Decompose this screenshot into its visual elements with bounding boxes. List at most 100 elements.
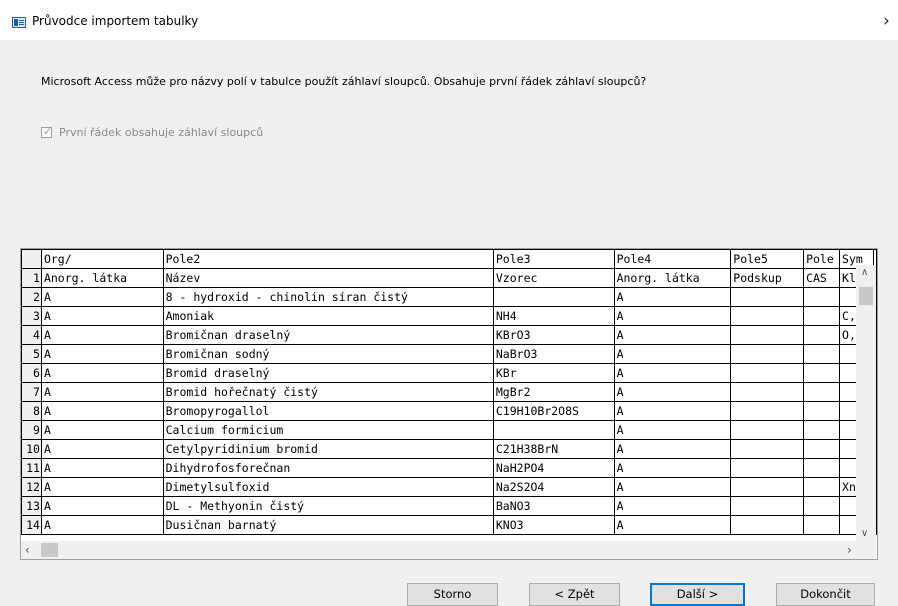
horizontal-scroll-thumb[interactable] — [41, 543, 58, 557]
row-number: 8 — [21, 401, 42, 421]
table-cell — [803, 458, 841, 478]
row-number: 5 — [21, 344, 42, 364]
column-header[interactable]: Pole2 — [162, 249, 494, 269]
scroll-down-icon[interactable]: ∨ — [861, 528, 868, 539]
table-row: 2A8 - hydroxid - chinolin síran čistý A — [21, 287, 877, 307]
row-number: 11 — [21, 458, 42, 478]
table-cell: KBr — [492, 363, 615, 383]
table-cell: A — [40, 420, 164, 440]
check-mark-icon: ✓ — [43, 125, 53, 138]
back-button[interactable]: < Zpět — [529, 583, 620, 606]
table-cell: A — [613, 306, 732, 326]
row-number: 12 — [21, 477, 42, 497]
table-cell: KBrO3 — [492, 325, 615, 345]
table-cell: A — [40, 382, 164, 402]
column-header[interactable]: Pole5 — [730, 249, 805, 269]
table-cell — [803, 515, 841, 535]
next-button[interactable]: Další > — [650, 583, 745, 606]
table-cell — [803, 363, 841, 383]
row-number: 6 — [21, 363, 42, 383]
table-cell: Bromid hořečnatý čistý — [162, 382, 494, 402]
table-cell: A — [40, 287, 164, 307]
table-row: 3 A Amoniak NH4 A C,N — [21, 306, 877, 326]
checkbox-box[interactable]: ✓ — [41, 125, 53, 138]
table-cell: Anorg. látka — [613, 268, 732, 288]
table-cell: A — [613, 477, 732, 497]
table-cell: Vzorec — [492, 268, 615, 288]
table-cell: Calcium formicium — [162, 420, 494, 440]
column-header[interactable]: Pole — [803, 249, 841, 269]
table-row: 13 A DL - Methyonin čistý BaNO3 A — [21, 496, 877, 516]
table-cell — [803, 496, 841, 516]
column-header[interactable]: Org/ — [40, 249, 164, 269]
horizontal-scrollbar[interactable]: ‹ › — [21, 541, 856, 559]
table-cell — [803, 306, 841, 326]
table-row: 14 A Dusičnan barnatý KNO3 A — [21, 515, 877, 535]
row-number: 13 — [21, 496, 42, 516]
table-cell: A — [40, 363, 164, 383]
table-cell: NH4 — [492, 306, 615, 326]
scrollbar-corner — [856, 541, 876, 559]
table-cell: NaH2PO4 — [492, 458, 615, 478]
table-cell: A — [40, 496, 164, 516]
table-cell: Podskup — [730, 268, 805, 288]
vertical-scroll-thumb[interactable] — [859, 287, 873, 305]
table-row: 4 A Bromičnan draselný KBrO3 A O,T — [21, 325, 877, 345]
row-number: 14 — [21, 515, 42, 535]
table-cell — [803, 477, 841, 497]
table-cell: Na2S2O4 — [492, 477, 615, 497]
table-import-icon — [12, 17, 26, 28]
grid-body: 1 Anorg. látka Název Vzorec Anorg. látka Pods… — [21, 268, 877, 535]
table-cell: C21H38BrN — [492, 439, 615, 459]
table-cell — [803, 344, 841, 364]
table-cell: A — [613, 287, 732, 307]
table-cell — [803, 420, 841, 440]
table-row: 5 A Bromičnan sodný NaBrO3 A — [21, 344, 877, 364]
table-cell: A — [40, 515, 164, 535]
table-cell: Bromopyrogallol — [162, 401, 494, 421]
table-cell: Cetylpyridinium bromid — [162, 439, 494, 459]
table-cell: Dihydrofosforečnan — [162, 458, 494, 478]
table-cell: A — [613, 515, 732, 535]
table-cell: A — [613, 458, 732, 478]
table-row: 8 A Bromopyrogallol C19H10Br2O8S A — [21, 401, 877, 421]
column-header[interactable]: Pole4 — [613, 249, 732, 269]
table-cell — [803, 382, 841, 402]
table-cell: A — [40, 439, 164, 459]
column-header[interactable]: Pole3 — [492, 249, 615, 269]
table-cell: A — [613, 439, 732, 459]
table-cell: KNO3 — [492, 515, 615, 535]
table-cell: A — [613, 363, 732, 383]
table-cell: A — [613, 496, 732, 516]
row-number: 9 — [21, 420, 42, 440]
table-cell — [730, 420, 805, 440]
row-number: 4 — [21, 325, 42, 345]
table-cell — [730, 515, 805, 535]
close-icon[interactable]: › — [883, 11, 890, 31]
scroll-left-icon[interactable]: ‹ — [25, 543, 30, 557]
table-row: 11 A Dihydrofosforečnan NaH2PO4 A — [21, 458, 877, 478]
table-cell: BaNO3 — [492, 496, 615, 516]
row-number: 10 — [21, 439, 42, 459]
table-cell — [730, 496, 805, 516]
table-cell — [730, 401, 805, 421]
vertical-scrollbar[interactable]: ∧ ∨ — [856, 265, 876, 542]
table-cell — [730, 477, 805, 497]
window-title: Průvodce importem tabulky — [32, 14, 199, 28]
table-row: 12 A Dimetylsulfoxid Na2S2O4 A Xn — [21, 477, 877, 497]
corner-cell — [21, 249, 42, 269]
table-row: 9 A Calcium formicium A — [21, 420, 877, 440]
table-cell: DL - Methyonin čistý — [162, 496, 494, 516]
cancel-button[interactable]: Storno — [407, 583, 498, 606]
table-cell: Amoniak — [162, 306, 494, 326]
scroll-up-icon[interactable]: ∧ — [861, 267, 868, 278]
table-cell: NaBrO3 — [492, 344, 615, 364]
data-preview-grid[interactable]: Org/ Pole2 Pole3 Pole4 Pole5 Pole Sym 1A… — [20, 248, 878, 560]
title-bar: Průvodce importem tabulky › — [0, 0, 898, 40]
scroll-right-icon[interactable]: › — [847, 543, 852, 557]
table-cell — [492, 420, 615, 440]
row-number: 2 — [21, 287, 42, 307]
table-cell: Název — [162, 268, 494, 288]
finish-button[interactable]: Dokončit — [776, 583, 875, 606]
table-cell: MgBr2 — [492, 382, 615, 402]
